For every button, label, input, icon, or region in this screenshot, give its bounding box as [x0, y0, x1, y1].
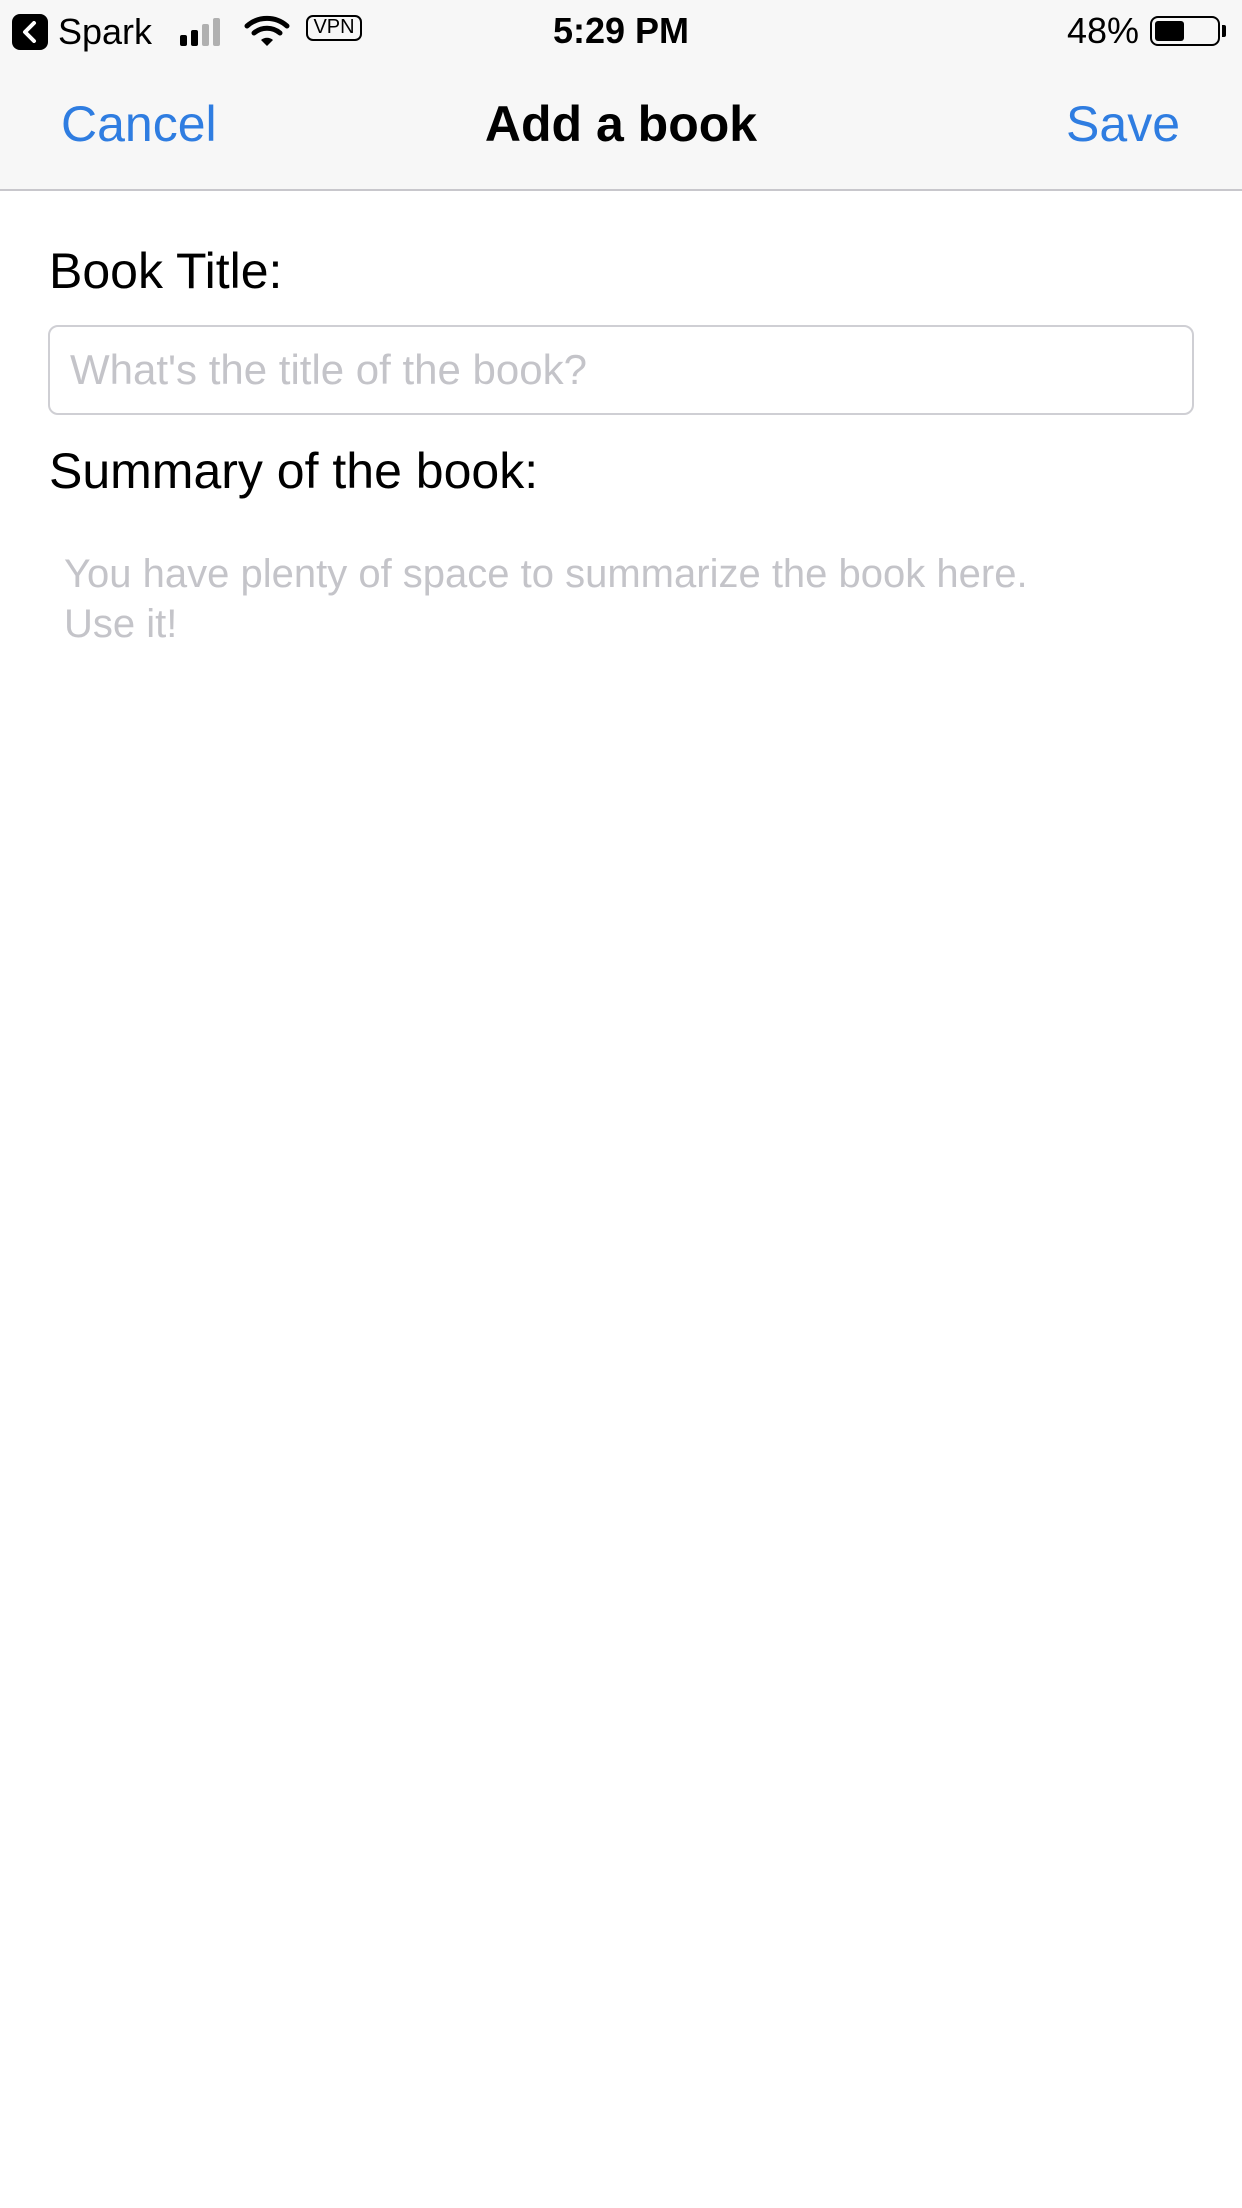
book-title-input[interactable]	[48, 325, 1194, 415]
navigation-bar: Cancel Add a book Save	[0, 62, 1242, 191]
summary-label: Summary of the book:	[49, 443, 539, 499]
battery-fill	[1155, 21, 1184, 41]
battery-percent: 48%	[1066, 10, 1139, 51]
book-title-label: Book Title:	[49, 243, 283, 299]
battery-cap	[1222, 25, 1226, 37]
summary-textarea[interactable]	[48, 545, 1194, 2145]
page-title: Add a book	[484, 96, 758, 152]
status-bar: Spark VPN 5:29 PM 48%	[0, 0, 1242, 62]
battery-icon	[1150, 16, 1220, 46]
save-button[interactable]: Save	[1066, 94, 1180, 154]
status-time: 5:29 PM	[552, 10, 690, 51]
